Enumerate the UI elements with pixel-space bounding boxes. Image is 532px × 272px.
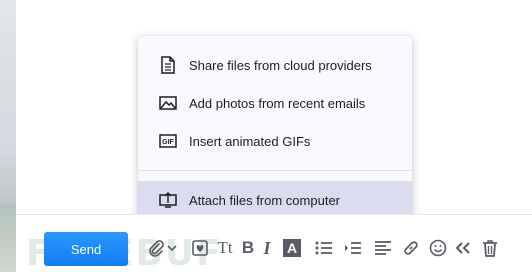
text-color-glyph: A xyxy=(283,239,301,257)
trash-icon[interactable] xyxy=(480,237,500,259)
compose-toolbar: FREEBUF Send Tt B I A xyxy=(16,214,532,272)
bold-icon[interactable]: B xyxy=(240,237,256,259)
image-icon xyxy=(158,93,178,113)
sticker-icon[interactable] xyxy=(190,237,210,259)
computer-upload-icon xyxy=(158,190,178,210)
send-button[interactable]: Send xyxy=(44,232,128,266)
font-size-icon[interactable]: Tt xyxy=(215,237,235,259)
compose-window: Share files from cloud providers Add pho… xyxy=(0,0,532,272)
italic-icon[interactable]: I xyxy=(260,237,274,259)
bulleted-list-icon[interactable] xyxy=(314,237,334,259)
indent-icon[interactable] xyxy=(343,237,363,259)
gif-badge-text: GIF xyxy=(162,139,174,146)
chevron-down-icon[interactable] xyxy=(166,237,178,259)
attachment-menu: Share files from cloud providers Add pho… xyxy=(138,36,412,219)
text-color-icon[interactable]: A xyxy=(282,237,302,259)
menu-item-add-photos[interactable]: Add photos from recent emails xyxy=(138,84,412,122)
emoji-icon[interactable] xyxy=(428,237,448,259)
paperclip-icon[interactable] xyxy=(146,237,166,259)
menu-divider xyxy=(138,170,412,171)
align-icon[interactable] xyxy=(373,237,393,259)
menu-item-share-cloud[interactable]: Share files from cloud providers xyxy=(138,46,412,84)
double-chevron-left-icon[interactable] xyxy=(453,237,473,259)
document-icon xyxy=(158,55,178,75)
menu-item-label: Attach files from computer xyxy=(189,192,340,208)
menu-item-label: Insert animated GIFs xyxy=(189,133,311,149)
gif-icon: GIF xyxy=(158,131,178,151)
menu-item-insert-gifs[interactable]: GIF Insert animated GIFs xyxy=(138,122,412,160)
link-icon[interactable] xyxy=(401,237,421,259)
background-strip xyxy=(0,0,16,272)
menu-item-label: Add photos from recent emails xyxy=(189,95,366,111)
menu-item-label: Share files from cloud providers xyxy=(189,57,372,73)
